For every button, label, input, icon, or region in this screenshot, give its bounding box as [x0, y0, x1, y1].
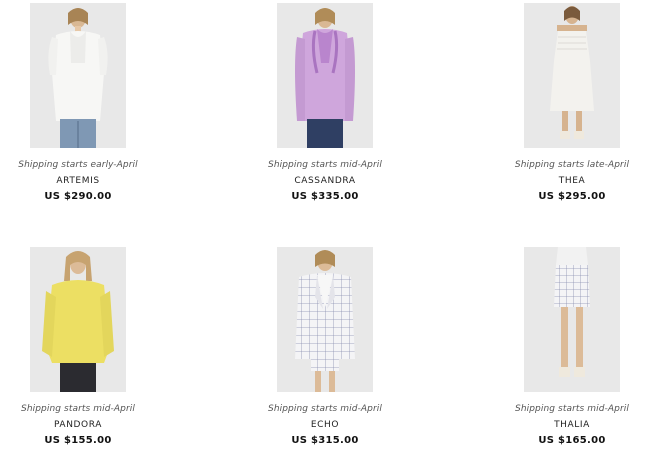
model-yellow-sweatshirt-photo: [30, 247, 126, 392]
shipping-note: Shipping starts mid-April: [268, 160, 382, 170]
shipping-note: Shipping starts late-April: [514, 160, 630, 170]
product-price: US $290.00: [44, 191, 112, 202]
product-name[interactable]: ECHO: [240, 419, 410, 431]
product-grid: Shipping starts early-April ARTEMIS US $…: [0, 0, 650, 450]
product-price: US $165.00: [538, 435, 606, 446]
product-name[interactable]: PANDORA: [0, 419, 163, 431]
product-image[interactable]: [30, 247, 126, 392]
model-lilac-ruffle-blouse-photo: [277, 3, 373, 148]
model-check-blazer-photo: [277, 247, 373, 392]
product-image[interactable]: [30, 3, 126, 148]
model-white-smocked-dress-photo: [524, 3, 620, 148]
product-card-thalia[interactable]: Shipping starts mid-April THALIA US $165…: [487, 247, 650, 447]
product-card-pandora[interactable]: Shipping starts mid-April PANDORA US $15…: [0, 247, 163, 447]
model-white-ruffle-blouse-photo: [30, 3, 126, 148]
shipping-note: Shipping starts mid-April: [268, 404, 382, 414]
shipping-note: Shipping starts mid-April: [515, 404, 629, 414]
product-image[interactable]: [277, 3, 373, 148]
product-card-echo[interactable]: Shipping starts mid-April ECHO US $315.0…: [240, 247, 410, 447]
shipping-note: Shipping starts early-April: [18, 160, 138, 170]
product-image[interactable]: [277, 247, 373, 392]
shipping-note: Shipping starts mid-April: [21, 404, 135, 414]
product-name[interactable]: THALIA: [487, 419, 650, 431]
product-card-artemis[interactable]: Shipping starts early-April ARTEMIS US $…: [0, 3, 163, 203]
product-name[interactable]: CASSANDRA: [240, 175, 410, 187]
model-check-mini-skirt-photo: [524, 247, 620, 392]
product-card-thea[interactable]: Shipping starts late-April THEA US $295.…: [487, 3, 650, 203]
product-image[interactable]: [524, 3, 620, 148]
product-price: US $295.00: [538, 191, 606, 202]
product-name[interactable]: ARTEMIS: [0, 175, 163, 187]
product-card-cassandra[interactable]: Shipping starts mid-April CASSANDRA US $…: [240, 3, 410, 203]
product-price: US $315.00: [291, 435, 359, 446]
product-price: US $155.00: [44, 435, 112, 446]
product-name[interactable]: THEA: [487, 175, 650, 187]
product-image[interactable]: [524, 247, 620, 392]
product-price: US $335.00: [291, 191, 359, 202]
